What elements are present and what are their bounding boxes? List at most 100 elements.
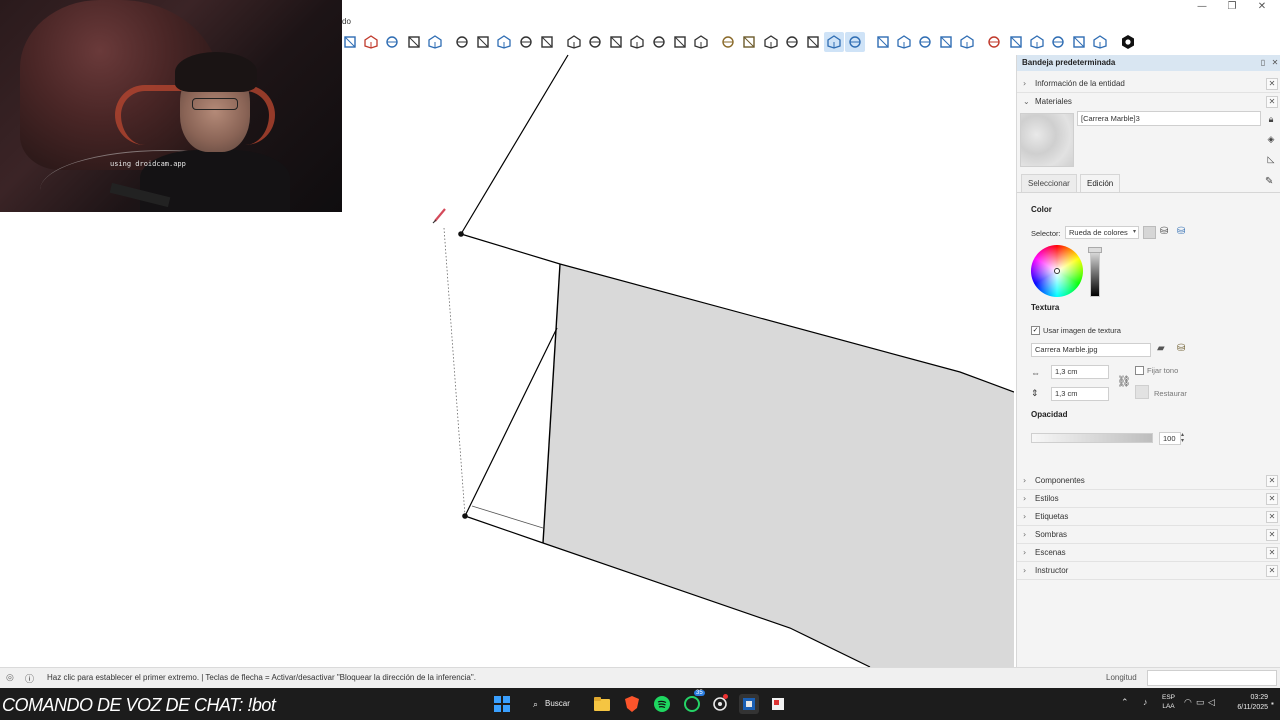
file-explorer-icon[interactable]: [592, 694, 612, 714]
close-section-icon[interactable]: ✕: [1266, 529, 1278, 541]
extension-logo-icon[interactable]: [1118, 32, 1138, 52]
chatgpt-icon[interactable]: [710, 694, 730, 714]
tab-select[interactable]: Seleccionar: [1021, 174, 1077, 192]
wifi-icon[interactable]: ◠: [1184, 697, 1192, 708]
sample-paint-icon[interactable]: ✎: [1265, 176, 1273, 187]
solid-split-icon[interactable]: [1090, 32, 1110, 52]
notifications-icon[interactable]: ▪: [1271, 699, 1274, 708]
texture-width-field[interactable]: 1,3 cm: [1051, 365, 1109, 379]
opacity-slider[interactable]: [1031, 433, 1153, 443]
maximize-icon[interactable]: ❐: [1216, 0, 1248, 14]
color-selector-dropdown[interactable]: Rueda de colores ▾: [1065, 226, 1139, 239]
tab-edit[interactable]: Edición: [1080, 174, 1121, 192]
sandbox-drape-icon[interactable]: [957, 32, 977, 52]
shadow-icon[interactable]: [473, 32, 493, 52]
left-view-icon[interactable]: [670, 32, 690, 52]
monochrome-icon[interactable]: [845, 32, 866, 52]
back-edges-icon[interactable]: [739, 32, 759, 52]
section-escenas[interactable]: › Escenas ✕: [1017, 544, 1280, 562]
brightness-slider[interactable]: [1090, 247, 1100, 297]
browse-folder-icon[interactable]: ▰: [1157, 343, 1165, 354]
volume-icon[interactable]: ◁: [1208, 697, 1215, 708]
opacity-stepper[interactable]: ▴ ▾: [1181, 432, 1184, 444]
solid-subtract-icon[interactable]: [1048, 32, 1068, 52]
zoom-extents-icon[interactable]: [425, 32, 445, 52]
brave-browser-icon[interactable]: [622, 694, 642, 714]
minimize-icon[interactable]: —: [1186, 0, 1218, 14]
taskbar-clock[interactable]: 03:29 6/11/2025: [1224, 693, 1268, 713]
bottom-view-icon[interactable]: [691, 32, 711, 52]
iso-view-icon[interactable]: [564, 32, 584, 52]
default-material-icon[interactable]: ◺: [1265, 153, 1277, 165]
geo-location-icon[interactable]: ◎: [6, 672, 14, 683]
network-icon[interactable]: ▭: [1196, 697, 1205, 708]
position-camera-icon[interactable]: [494, 32, 514, 52]
xray-icon[interactable]: [718, 32, 738, 52]
sandbox-from-contours-icon[interactable]: [873, 32, 893, 52]
spotify-icon[interactable]: [652, 694, 672, 714]
close-section-icon[interactable]: ✕: [1266, 78, 1278, 90]
fix-tone-checkbox[interactable]: [1135, 366, 1144, 375]
color-wheel-marker[interactable]: [1054, 268, 1060, 274]
close-section-icon[interactable]: ✕: [1266, 547, 1278, 559]
right-view-icon[interactable]: [627, 32, 647, 52]
section-componentes[interactable]: › Componentes ✕: [1017, 472, 1280, 490]
match-color-model-icon[interactable]: ⛁: [1160, 226, 1168, 237]
section-etiquetas[interactable]: › Etiquetas ✕: [1017, 508, 1280, 526]
section-instructor[interactable]: › Instructor ✕: [1017, 562, 1280, 580]
solid-intersect-icon[interactable]: [1006, 32, 1026, 52]
lock-icon[interactable]: 🔒︎: [1265, 113, 1277, 125]
close-section-icon[interactable]: ✕: [1266, 96, 1278, 108]
info-icon[interactable]: ⓘ: [25, 672, 34, 685]
sandbox-from-scratch-icon[interactable]: [894, 32, 914, 52]
solid-union-icon[interactable]: [1027, 32, 1047, 52]
close-icon[interactable]: ✕: [1246, 0, 1278, 14]
front-view-icon[interactable]: [606, 32, 626, 52]
textured-icon[interactable]: [824, 32, 845, 52]
link-proportions-icon[interactable]: ⛓: [1117, 375, 1131, 388]
walk-icon[interactable]: [382, 32, 402, 52]
top-view-icon[interactable]: [585, 32, 605, 52]
orbit-partial-icon[interactable]: [340, 32, 360, 52]
vertex-bottom[interactable]: [462, 513, 468, 519]
section-sombras[interactable]: › Sombras ✕: [1017, 526, 1280, 544]
reset-color-swatch[interactable]: [1135, 385, 1149, 399]
input-language[interactable]: ESP LAA: [1162, 693, 1175, 711]
edit-texture-icon[interactable]: ⛁: [1177, 343, 1185, 354]
opacity-value-field[interactable]: 100: [1159, 432, 1181, 445]
material-name-field[interactable]: [Carrera Marble]3: [1077, 111, 1261, 126]
brightness-slider-knob[interactable]: [1088, 247, 1102, 253]
tray-close-icon[interactable]: ✕: [1269, 57, 1280, 69]
close-section-icon[interactable]: ✕: [1266, 511, 1278, 523]
tray-pin-icon[interactable]: ▯: [1257, 57, 1269, 69]
solid-outer-shell-icon[interactable]: [984, 32, 1004, 52]
section-entity-info[interactable]: › Información de la entidad ✕: [1017, 75, 1280, 93]
sandbox-smoove-icon[interactable]: [915, 32, 935, 52]
section-materials[interactable]: ⌄ Materiales ✕: [1017, 93, 1280, 111]
texture-height-field[interactable]: 1,3 cm: [1051, 387, 1109, 401]
wireframe-icon[interactable]: [761, 32, 781, 52]
windows-start-icon[interactable]: [492, 694, 512, 714]
look-around-icon[interactable]: [452, 32, 472, 52]
close-section-icon[interactable]: ✕: [1266, 475, 1278, 487]
solid-trim-icon[interactable]: [1069, 32, 1089, 52]
wall-face[interactable]: [543, 264, 1014, 667]
layout-icon[interactable]: [768, 694, 788, 714]
tray-chevron-up-icon[interactable]: ⌃: [1121, 697, 1129, 708]
section-plane-icon[interactable]: [361, 32, 381, 52]
layers-icon[interactable]: [516, 32, 536, 52]
match-color-screen-icon[interactable]: ⛁: [1177, 226, 1185, 237]
create-material-icon[interactable]: ◈: [1265, 133, 1277, 145]
material-thumbnail[interactable]: [1020, 113, 1074, 167]
close-section-icon[interactable]: ✕: [1266, 493, 1278, 505]
settings-circle-icon[interactable]: [537, 32, 557, 52]
texture-filename-field[interactable]: Carrera Marble.jpg: [1031, 343, 1151, 357]
close-section-icon[interactable]: ✕: [1266, 565, 1278, 577]
color-swatch[interactable]: [1143, 226, 1156, 239]
whatsapp-icon[interactable]: 35: [682, 690, 705, 714]
measurements-input[interactable]: [1147, 670, 1277, 686]
microphone-icon[interactable]: ♪: [1143, 697, 1148, 707]
zoom-icon[interactable]: [404, 32, 424, 52]
sandbox-stamp-icon[interactable]: [936, 32, 956, 52]
section-estilos[interactable]: › Estilos ✕: [1017, 490, 1280, 508]
